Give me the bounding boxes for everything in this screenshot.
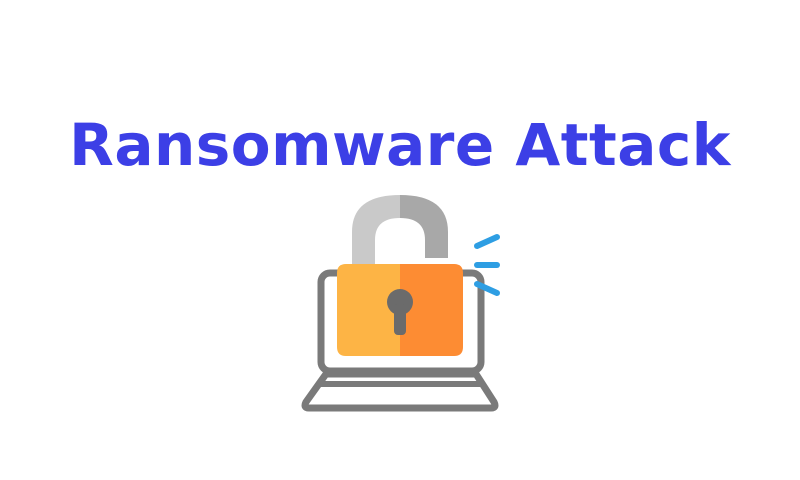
alert-lines-icon (474, 234, 500, 296)
ransomware-illustration (301, 195, 500, 412)
open-padlock-icon (337, 195, 463, 356)
